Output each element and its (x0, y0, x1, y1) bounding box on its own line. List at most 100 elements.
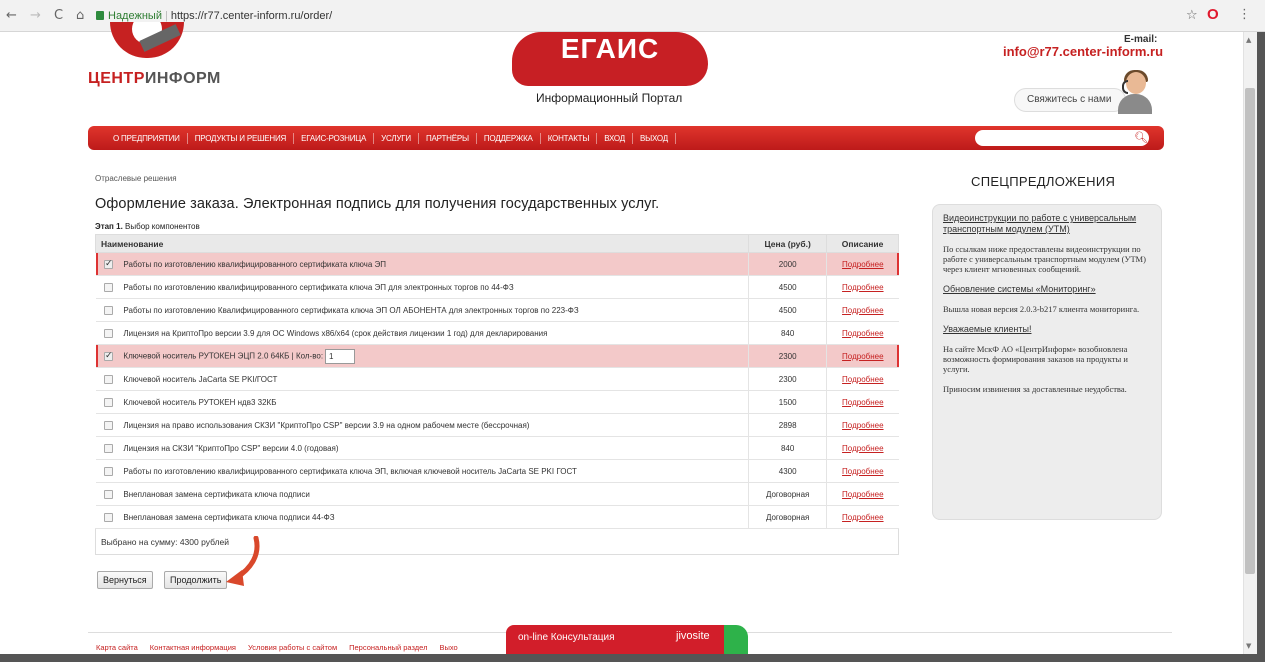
table-row: Работы по изготовлению Квалифицированног… (95, 298, 899, 322)
row-price: Договорная (748, 482, 827, 506)
details-link[interactable]: Подробнее (842, 490, 884, 499)
details-link[interactable]: Подробнее (842, 467, 884, 476)
footer-link[interactable]: Контактная информация (150, 643, 236, 652)
row-price: 2000 (748, 252, 827, 276)
special-offers-title: СПЕЦПРЕДЛОЖЕНИЯ (971, 174, 1116, 189)
row-name: Работы по изготовлению квалифицированног… (123, 259, 386, 269)
header-price: Цена (руб.) (748, 234, 828, 253)
row-name: Внеплановая замена сертификата ключа под… (123, 512, 335, 522)
breadcrumb[interactable]: Отраслевые решения (95, 174, 177, 183)
row-checkbox[interactable] (103, 258, 113, 269)
back-button[interactable]: Вернуться (97, 571, 153, 589)
details-link[interactable]: Подробнее (842, 352, 884, 361)
row-price: 4300 (748, 459, 827, 483)
row-checkbox[interactable] (103, 328, 113, 338)
nav-item[interactable]: УСЛУГИ (374, 132, 419, 144)
row-price: 1500 (748, 390, 827, 414)
scroll-up-icon[interactable]: ▲ (1246, 36, 1251, 44)
table-row: Внеплановая замена сертификата ключа под… (95, 482, 899, 506)
logo-text[interactable]: ЦЕНТРИНФОРМ (88, 70, 221, 88)
footer-link[interactable]: Выхо (439, 643, 457, 652)
video-instructions-link[interactable]: Видеоинструкции по работе с универсальны… (943, 213, 1151, 235)
footer-links: Карта сайта Контактная информация Условия … (96, 643, 470, 652)
row-checkbox[interactable] (103, 350, 113, 361)
forward-icon[interactable]: → (30, 9, 41, 23)
row-checkbox[interactable] (103, 374, 113, 384)
chat-label[interactable]: on-line Консультация (518, 632, 615, 643)
nav-item[interactable]: ЕГАИС-РОЗНИЦА (294, 132, 375, 144)
nav-item[interactable]: ПОДДЕРЖКА (477, 132, 541, 144)
quantity-input[interactable]: 1 (325, 348, 356, 364)
bookmark-star-icon[interactable]: ☆ (1186, 8, 1198, 23)
table-row: Лицензия на КриптоПро версии 3.9 для ОС … (95, 321, 899, 345)
address-bar[interactable]: Надежный | https://r77.center-inform.ru/or… (96, 7, 1176, 25)
lock-icon (96, 11, 104, 20)
row-checkbox[interactable] (103, 397, 113, 407)
nav-item[interactable]: ПАРТНЁРЫ (419, 132, 477, 144)
apology-text: Приносим извинения за доставленные неудо… (943, 384, 1127, 394)
chat-status-icon (724, 625, 748, 654)
row-checkbox[interactable] (103, 466, 113, 476)
details-link[interactable]: Подробнее (842, 444, 884, 453)
nav-item[interactable]: О ПРЕДПРИЯТИИ (106, 132, 188, 144)
details-link[interactable]: Подробнее (842, 421, 884, 430)
email-link[interactable]: info@r77.center-inform.ru (1003, 44, 1163, 59)
nav-item[interactable]: ВЫХОД (633, 132, 676, 144)
logo-icon[interactable] (110, 22, 184, 58)
search-input[interactable] (975, 130, 1149, 146)
stage-label: Этап 1. Выбор компонентов (95, 222, 200, 231)
contact-us-button[interactable]: Свяжитесь с нами (1014, 88, 1126, 112)
row-checkbox[interactable] (103, 489, 113, 499)
jivosite-chat-widget[interactable]: on-line Консультация jivosite (506, 625, 748, 654)
continue-button[interactable]: Продолжить (164, 571, 228, 589)
nav-item[interactable]: КОНТАКТЫ (541, 132, 598, 144)
nav-item[interactable]: ПРОДУКТЫ И РЕШЕНИЯ (188, 132, 295, 144)
table-row: Работы по изготовлению квалифицированног… (95, 252, 899, 276)
egais-logo[interactable]: ЕГАИС (512, 32, 708, 86)
details-link[interactable]: Подробнее (842, 375, 884, 384)
search-icon[interactable]: 🔍︎ (1134, 130, 1148, 146)
row-price: Договорная (748, 505, 827, 529)
row-checkbox[interactable] (103, 512, 113, 522)
scroll-down-icon[interactable]: ▼ (1246, 642, 1251, 650)
back-icon[interactable]: ← (6, 9, 17, 23)
details-link[interactable]: Подробнее (842, 306, 884, 315)
details-link[interactable]: Подробнее (842, 283, 884, 292)
jivosite-brand: jivosite (676, 630, 710, 642)
details-link[interactable]: Подробнее (842, 398, 884, 407)
browser-menu-icon[interactable]: ⋮ (1238, 7, 1251, 22)
header-desc: Описание (826, 234, 899, 253)
annotation-arrow-icon (226, 536, 260, 586)
footer-link[interactable]: Персональный раздел (349, 643, 427, 652)
video-instructions-text: По ссылкам ниже предоставлены видеоинстр… (943, 244, 1146, 274)
window-frame-bottom (0, 654, 1265, 662)
order-table: Наименование Цена (руб.) Описание Работы… (94, 234, 899, 555)
table-row: Ключевой носитель JaCarta SE PKI/ГОСТ 230… (95, 367, 899, 391)
row-name: Работы по изготовлению квалифицированног… (123, 466, 577, 476)
row-checkbox[interactable] (103, 282, 113, 292)
table-row: Внеплановая замена сертификата ключа под… (95, 505, 899, 529)
row-name: Работы по изготовлению квалифицированног… (123, 282, 514, 292)
dear-clients-link[interactable]: Уважаемые клиенты! (943, 324, 1151, 335)
url-text: https://r77.center-inform.ru/order/ (170, 10, 333, 22)
reload-icon[interactable]: C (54, 9, 63, 23)
support-avatar-icon (1114, 70, 1156, 114)
details-link[interactable]: Подробнее (842, 260, 884, 269)
details-link[interactable]: Подробнее (842, 513, 884, 522)
scrollbar-thumb[interactable] (1245, 88, 1255, 574)
row-checkbox[interactable] (103, 305, 113, 315)
opera-icon[interactable]: O (1207, 6, 1219, 23)
table-row: Ключевой носитель РУТОКЕН ЭЦП 2.0 64КБ |… (95, 344, 899, 368)
row-checkbox[interactable] (103, 420, 113, 430)
details-link[interactable]: Подробнее (842, 329, 884, 338)
home-icon[interactable]: ⌂ (76, 9, 84, 23)
row-price: 840 (748, 436, 827, 460)
nav-item[interactable]: ВХОД (597, 132, 633, 144)
monitoring-update-link[interactable]: Обновление системы «Мониторинг» (943, 284, 1151, 295)
header-name: Наименование (94, 234, 750, 253)
row-price: 4500 (748, 275, 827, 299)
footer-link[interactable]: Карта сайта (96, 643, 138, 652)
row-checkbox[interactable] (103, 443, 113, 453)
footer-link[interactable]: Условия работы с сайтом (248, 643, 337, 652)
row-name: Лицензия на право использования СКЗИ "Кр… (123, 420, 530, 430)
